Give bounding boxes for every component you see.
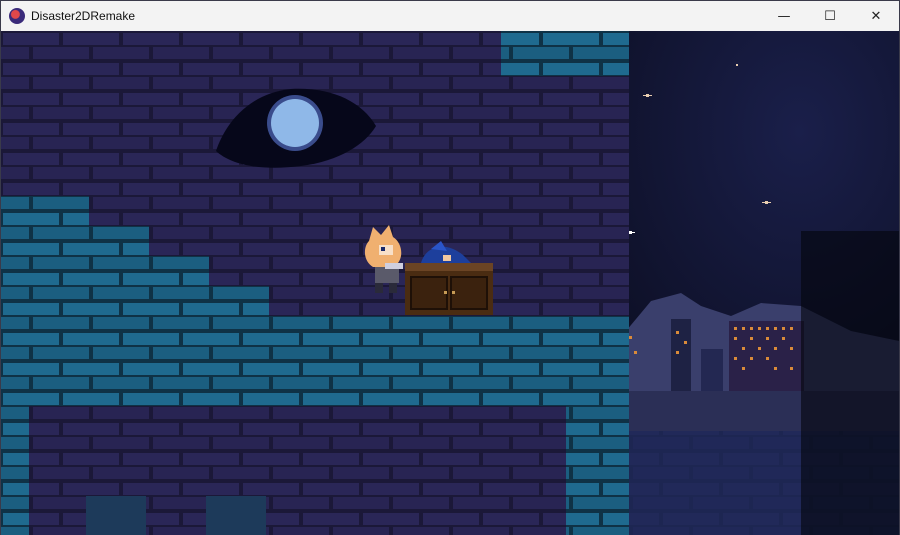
sonic-icon [9,8,25,24]
app-window: Disaster2DRemake — ☐ ✕ [0,0,900,535]
game-viewport[interactable] [1,31,899,535]
close-button[interactable]: ✕ [853,1,899,31]
window-title: Disaster2DRemake [31,9,136,23]
window-controls: — ☐ ✕ [761,1,899,31]
teal-pillar-right [566,406,629,535]
teal-stair-2 [1,226,149,256]
teal-ledge-top [501,31,629,76]
wooden-crate [405,263,493,315]
game-scene [1,31,899,535]
title-bar[interactable]: Disaster2DRemake — ☐ ✕ [1,1,899,31]
floor-detail-1 [86,496,146,535]
minimize-button[interactable]: — [761,1,807,31]
maximize-button[interactable]: ☐ [807,1,853,31]
teal-stair-3 [1,256,209,286]
teal-floor [1,316,629,406]
teal-stair-4 [1,286,269,316]
floor-detail-2 [206,496,266,535]
teal-pillar-left [1,406,29,535]
